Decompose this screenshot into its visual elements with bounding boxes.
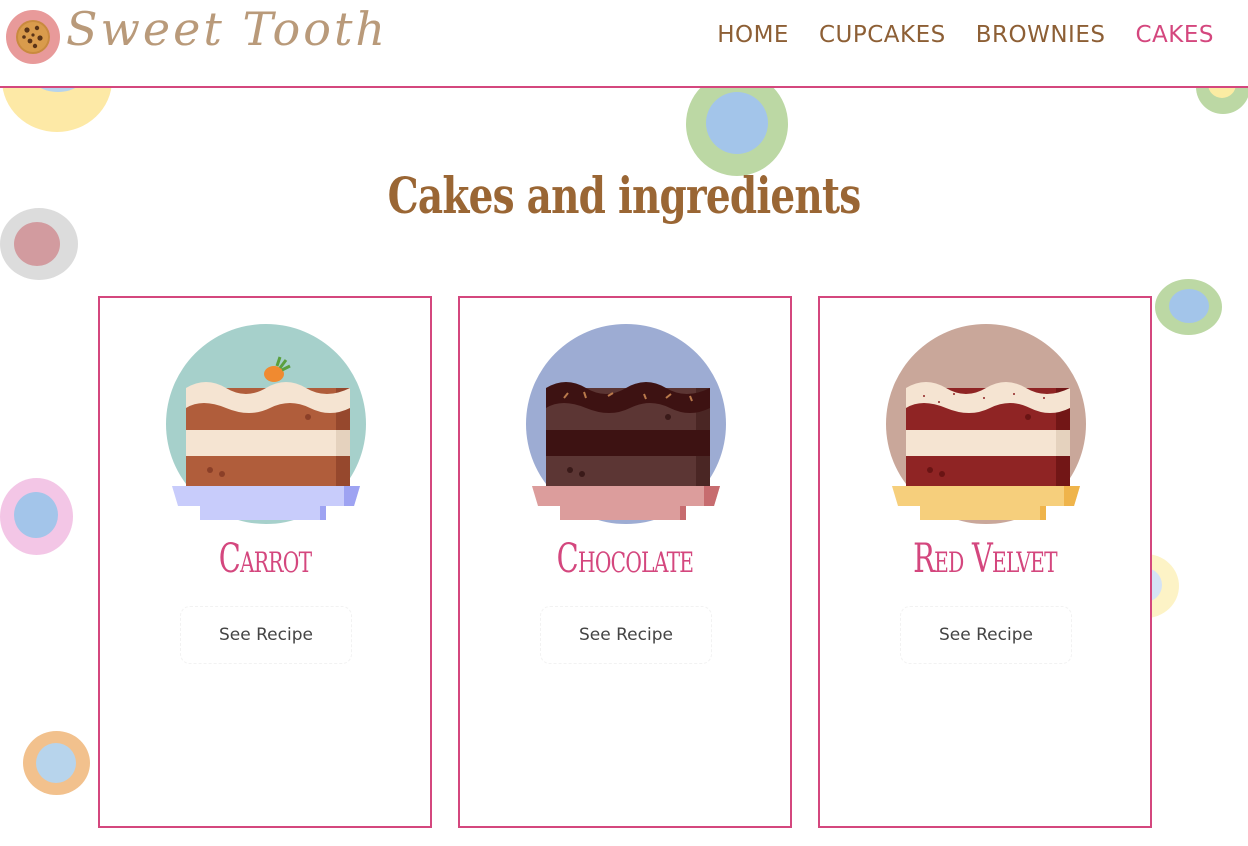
see-recipe-button[interactable]: See Recipe — [180, 606, 352, 664]
cake-card-red-velvet: Red Velvet See Recipe — [818, 296, 1152, 828]
see-recipe-button[interactable]: See Recipe — [540, 606, 712, 664]
brand-name[interactable]: Sweet Tooth — [66, 2, 388, 56]
decor-dot-orange — [23, 731, 90, 795]
cake-card-carrot: Carrot See Recipe — [98, 296, 432, 828]
site-header: Sweet Tooth HOME CUPCAKES BROWNIES CAKES — [0, 0, 1248, 88]
chocolate-cake-icon — [524, 322, 728, 526]
cake-name: Carrot — [218, 536, 312, 582]
decor-dot-grey — [0, 208, 78, 280]
main-nav: HOME CUPCAKES BROWNIES CAKES — [717, 22, 1214, 48]
carrot-cake-icon — [164, 322, 368, 526]
cake-card-chocolate: Chocolate See Recipe — [458, 296, 792, 828]
see-recipe-button[interactable]: See Recipe — [900, 606, 1072, 664]
decor-dot-pink — [0, 478, 73, 555]
red-velvet-cake-icon — [884, 322, 1088, 526]
cake-name: Chocolate — [556, 536, 694, 582]
page-title: Cakes and ingredients — [387, 165, 862, 225]
nav-cakes[interactable]: CAKES — [1135, 22, 1214, 48]
nav-cupcakes[interactable]: CUPCAKES — [819, 22, 946, 48]
cookie-icon[interactable] — [6, 10, 60, 64]
cake-name: Red Velvet — [913, 536, 1057, 582]
nav-home[interactable]: HOME — [717, 22, 789, 48]
decor-dot-green-right — [1155, 279, 1222, 335]
nav-brownies[interactable]: BROWNIES — [976, 22, 1106, 48]
